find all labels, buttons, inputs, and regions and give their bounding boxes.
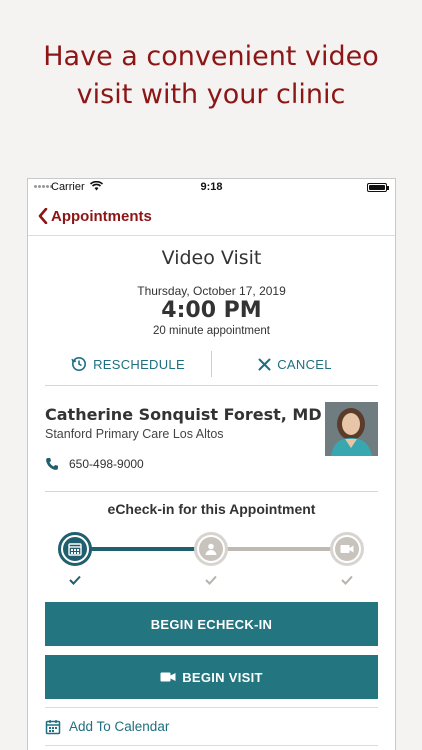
provider-phone: 650-498-9000: [69, 457, 144, 471]
provider-card: Catherine Sonquist Forest, MD Stanford P…: [45, 393, 378, 491]
calendar-icon: [45, 719, 61, 734]
next-link-row[interactable]: [45, 745, 378, 750]
provider-avatar: [325, 402, 378, 456]
cancel-button[interactable]: CANCEL: [212, 357, 378, 372]
video-icon: [160, 672, 176, 682]
back-button-label: Appointments: [51, 207, 152, 225]
stepper-remaining-line: [211, 547, 345, 551]
check-icon: [205, 575, 217, 585]
chevron-left-icon: [38, 208, 48, 224]
visit-time: 4:00 PM: [161, 298, 262, 323]
echeckin-title: eCheck-in for this Appointment: [107, 501, 316, 517]
back-button[interactable]: Appointments: [38, 208, 152, 225]
stepper-progress-line: [75, 547, 211, 551]
add-to-calendar-label: Add To Calendar: [69, 719, 170, 734]
provider-name: Catherine Sonquist Forest, MD: [45, 405, 322, 424]
provider-clinic: Stanford Primary Care Los Altos: [45, 427, 224, 441]
reschedule-label: RESCHEDULE: [93, 356, 185, 372]
battery-icon: [367, 183, 389, 192]
calendar-icon: [68, 543, 82, 556]
marketing-headline: Have a convenient video visit with your …: [0, 38, 422, 114]
close-icon: [258, 358, 271, 370]
video-icon: [340, 545, 354, 553]
begin-visit-button[interactable]: BEGIN VISIT: [45, 655, 378, 699]
reschedule-button[interactable]: RESCHEDULE: [45, 356, 211, 372]
begin-visit-label: BEGIN VISIT: [182, 669, 263, 685]
visit-duration: 20 minute appointment: [153, 325, 270, 337]
begin-echeckin-button[interactable]: BEGIN ECHECK-IN: [45, 602, 378, 646]
phone-icon: [46, 458, 58, 470]
headline-line-1: Have a convenient video: [43, 41, 379, 72]
status-bar: Carrier 9:18: [28, 179, 395, 197]
check-icon: [341, 575, 353, 585]
step-personal-info[interactable]: [194, 532, 228, 566]
step-video[interactable]: [330, 532, 364, 566]
visit-date: Thursday, October 17, 2019: [137, 284, 286, 298]
begin-echeckin-label: BEGIN ECHECK-IN: [150, 616, 273, 632]
nav-bar: Appointments: [28, 197, 395, 236]
headline-line-2: visit with your clinic: [76, 79, 346, 110]
section-divider: [45, 385, 378, 386]
visit-title: Video Visit: [161, 247, 262, 269]
phone-screen: Carrier 9:18 Appointments Video Visit Th…: [27, 178, 396, 750]
provider-phone-link[interactable]: 650-498-9000: [45, 457, 144, 471]
echeckin-stepper: [45, 525, 378, 589]
appointment-detail: Video Visit Thursday, October 17, 2019 4…: [28, 247, 395, 750]
reschedule-clock-icon: [71, 357, 87, 371]
step-appointment[interactable]: [58, 532, 92, 566]
cancel-label: CANCEL: [277, 356, 332, 372]
person-icon: [205, 543, 217, 555]
section-divider: [45, 491, 378, 492]
appointment-actions: RESCHEDULE CANCEL: [45, 351, 378, 377]
status-time: 9:18: [200, 181, 223, 193]
check-icon: [69, 575, 81, 585]
add-to-calendar-link[interactable]: Add To Calendar: [45, 707, 378, 745]
